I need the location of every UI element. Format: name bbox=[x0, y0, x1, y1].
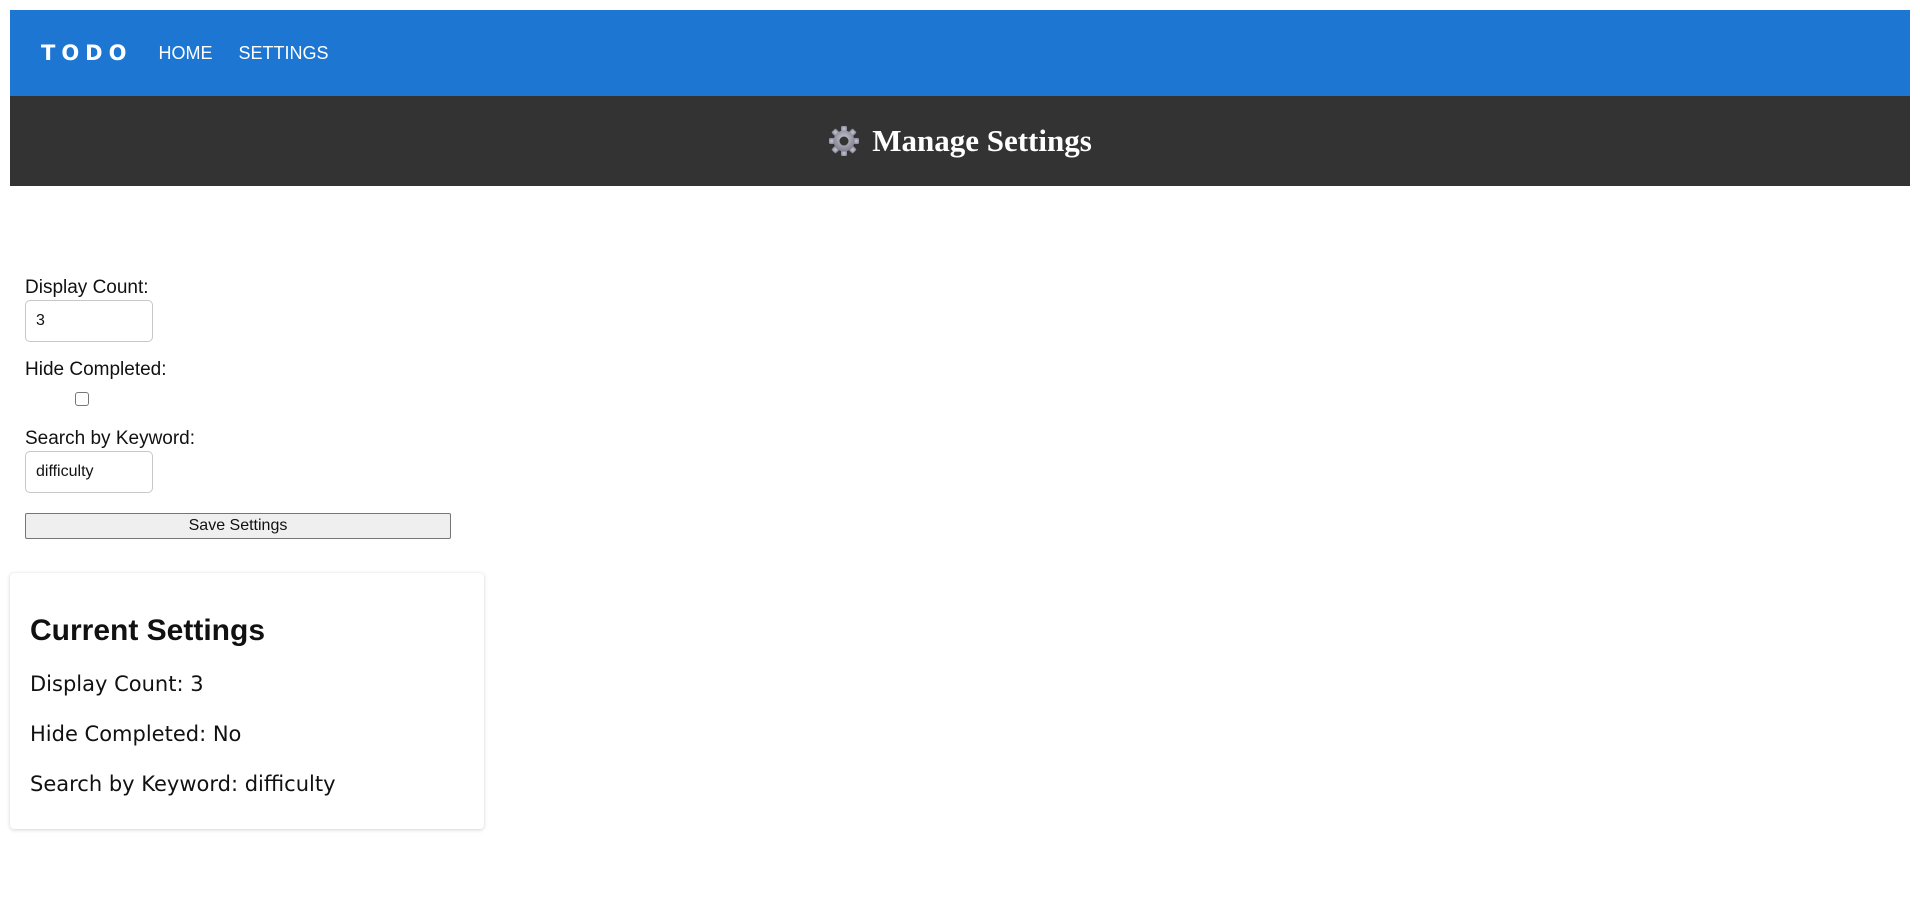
page-title: Manage Settings bbox=[828, 123, 1092, 159]
hide-completed-label: Hide Completed: bbox=[25, 359, 167, 380]
display-count-input[interactable] bbox=[25, 300, 153, 342]
top-navbar: TODO HOME SETTINGS bbox=[10, 10, 1910, 96]
settings-form: Display Count: Hide Completed: Search by… bbox=[25, 277, 451, 539]
save-settings-button[interactable]: Save Settings bbox=[25, 513, 451, 539]
current-settings-title: Current Settings bbox=[30, 614, 266, 647]
page-header-banner: Manage Settings bbox=[10, 96, 1910, 186]
display-count-label: Display Count: bbox=[25, 277, 149, 298]
current-hide-completed: Hide Completed: No bbox=[30, 722, 242, 746]
app-root: TODO HOME SETTINGS Manage Settings bbox=[10, 10, 1910, 186]
keyword-label: Search by Keyword: bbox=[25, 428, 196, 449]
keyword-input[interactable] bbox=[25, 451, 153, 493]
nav-home-link[interactable]: HOME bbox=[158, 43, 212, 64]
brand-logo[interactable]: TODO bbox=[41, 41, 132, 65]
page-title-text: Manage Settings bbox=[872, 123, 1092, 158]
gear-icon bbox=[829, 126, 860, 156]
current-keyword: Search by Keyword: difficulty bbox=[30, 772, 336, 796]
nav-settings-link[interactable]: SETTINGS bbox=[238, 43, 328, 64]
hide-completed-checkbox[interactable] bbox=[75, 392, 89, 406]
current-display-count: Display Count: 3 bbox=[30, 672, 204, 696]
current-settings-card: Current Settings Display Count: 3 Hide C… bbox=[10, 573, 484, 829]
